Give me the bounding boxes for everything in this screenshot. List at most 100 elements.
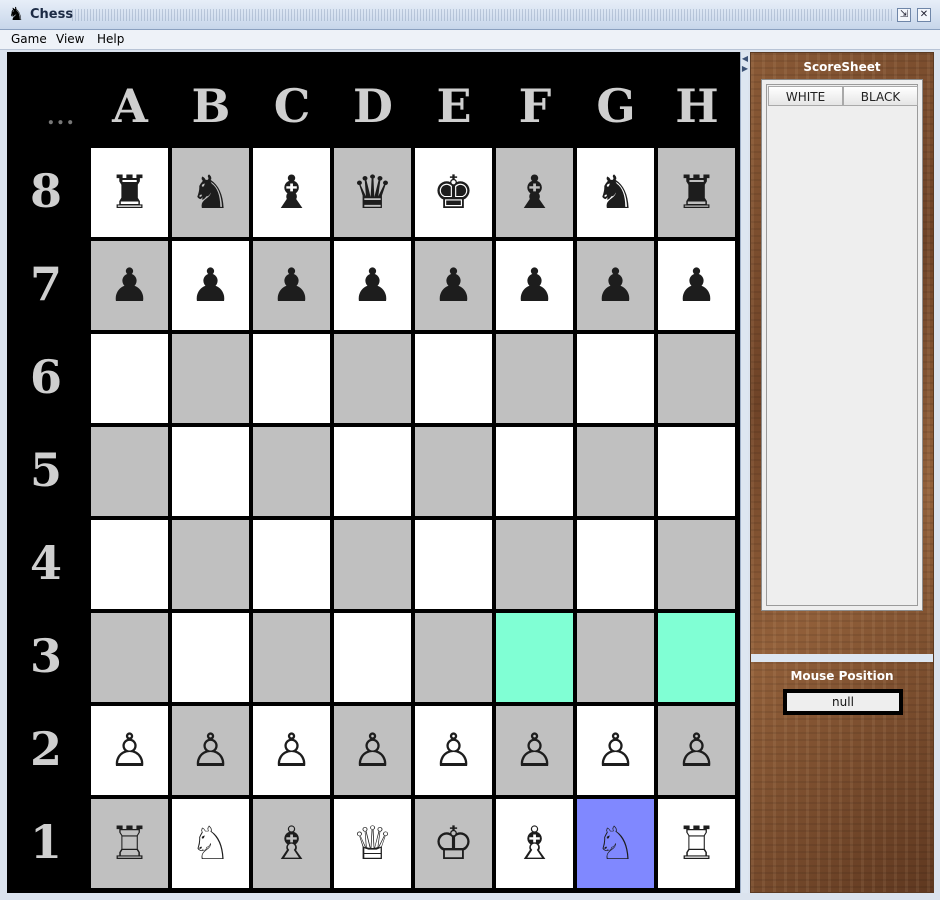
square-h4[interactable] xyxy=(658,520,735,609)
scoresheet-table[interactable]: WHITE BLACK xyxy=(766,84,918,606)
square-b3[interactable] xyxy=(172,613,249,702)
black-rook-piece[interactable]: ♜ xyxy=(91,148,168,237)
black-pawn-piece[interactable]: ♟ xyxy=(334,241,411,330)
white-pawn-piece[interactable]: ♙ xyxy=(334,706,411,795)
square-c1[interactable]: ♗ xyxy=(253,799,330,888)
square-h1[interactable]: ♖ xyxy=(658,799,735,888)
square-a2[interactable]: ♙ xyxy=(91,706,168,795)
black-pawn-piece[interactable]: ♟ xyxy=(577,241,654,330)
black-pawn-piece[interactable]: ♟ xyxy=(172,241,249,330)
square-f1[interactable]: ♗ xyxy=(496,799,573,888)
title-grip[interactable] xyxy=(72,9,892,21)
white-bishop-piece[interactable]: ♗ xyxy=(496,799,573,888)
black-king-piece[interactable]: ♚ xyxy=(415,148,492,237)
square-h8[interactable]: ♜ xyxy=(658,148,735,237)
black-bishop-piece[interactable]: ♝ xyxy=(496,148,573,237)
white-pawn-piece[interactable]: ♙ xyxy=(253,706,330,795)
square-d1[interactable]: ♕ xyxy=(334,799,411,888)
square-d6[interactable] xyxy=(334,334,411,423)
square-a1[interactable]: ♖ xyxy=(91,799,168,888)
menu-view[interactable]: View xyxy=(56,32,84,46)
white-pawn-piece[interactable]: ♙ xyxy=(91,706,168,795)
square-a7[interactable]: ♟ xyxy=(91,241,168,330)
square-f5[interactable] xyxy=(496,427,573,516)
square-e4[interactable] xyxy=(415,520,492,609)
square-d4[interactable] xyxy=(334,520,411,609)
square-b1[interactable]: ♘ xyxy=(172,799,249,888)
square-e7[interactable]: ♟ xyxy=(415,241,492,330)
square-c5[interactable] xyxy=(253,427,330,516)
square-d5[interactable] xyxy=(334,427,411,516)
white-pawn-piece[interactable]: ♙ xyxy=(658,706,735,795)
white-pawn-piece[interactable]: ♙ xyxy=(415,706,492,795)
square-h2[interactable]: ♙ xyxy=(658,706,735,795)
white-knight-piece[interactable]: ♘ xyxy=(172,799,249,888)
black-bishop-piece[interactable]: ♝ xyxy=(253,148,330,237)
column-header-white[interactable]: WHITE xyxy=(768,86,843,106)
square-e6[interactable] xyxy=(415,334,492,423)
square-e2[interactable]: ♙ xyxy=(415,706,492,795)
square-b2[interactable]: ♙ xyxy=(172,706,249,795)
square-a3[interactable] xyxy=(91,613,168,702)
square-c3[interactable] xyxy=(253,613,330,702)
white-rook-piece[interactable]: ♖ xyxy=(91,799,168,888)
square-c8[interactable]: ♝ xyxy=(253,148,330,237)
square-c7[interactable]: ♟ xyxy=(253,241,330,330)
square-e1[interactable]: ♔ xyxy=(415,799,492,888)
square-a4[interactable] xyxy=(91,520,168,609)
menu-help[interactable]: Help xyxy=(97,32,124,46)
square-h5[interactable] xyxy=(658,427,735,516)
square-e5[interactable] xyxy=(415,427,492,516)
white-queen-piece[interactable]: ♕ xyxy=(334,799,411,888)
square-b4[interactable] xyxy=(172,520,249,609)
black-rook-piece[interactable]: ♜ xyxy=(658,148,735,237)
square-g1[interactable]: ♘ xyxy=(577,799,654,888)
collapse-left-icon[interactable]: ◀ xyxy=(741,54,749,63)
square-f2[interactable]: ♙ xyxy=(496,706,573,795)
square-d8[interactable]: ♛ xyxy=(334,148,411,237)
white-bishop-piece[interactable]: ♗ xyxy=(253,799,330,888)
square-g8[interactable]: ♞ xyxy=(577,148,654,237)
square-h7[interactable]: ♟ xyxy=(658,241,735,330)
square-h3[interactable] xyxy=(658,613,735,702)
white-knight-piece[interactable]: ♘ xyxy=(577,799,654,888)
square-a6[interactable] xyxy=(91,334,168,423)
black-pawn-piece[interactable]: ♟ xyxy=(658,241,735,330)
black-pawn-piece[interactable]: ♟ xyxy=(496,241,573,330)
menu-game[interactable]: Game xyxy=(11,32,47,46)
column-header-black[interactable]: BLACK xyxy=(843,86,918,106)
collapse-right-icon[interactable]: ▶ xyxy=(741,64,749,73)
panel-splitter[interactable]: ◀ ▶ xyxy=(740,52,748,893)
white-pawn-piece[interactable]: ♙ xyxy=(172,706,249,795)
restore-button[interactable]: ⇲ xyxy=(897,8,911,22)
white-king-piece[interactable]: ♔ xyxy=(415,799,492,888)
square-d2[interactable]: ♙ xyxy=(334,706,411,795)
square-a8[interactable]: ♜ xyxy=(91,148,168,237)
square-f7[interactable]: ♟ xyxy=(496,241,573,330)
square-a5[interactable] xyxy=(91,427,168,516)
square-f8[interactable]: ♝ xyxy=(496,148,573,237)
square-g7[interactable]: ♟ xyxy=(577,241,654,330)
square-b7[interactable]: ♟ xyxy=(172,241,249,330)
black-knight-piece[interactable]: ♞ xyxy=(172,148,249,237)
square-c6[interactable] xyxy=(253,334,330,423)
black-pawn-piece[interactable]: ♟ xyxy=(91,241,168,330)
square-g2[interactable]: ♙ xyxy=(577,706,654,795)
square-f3[interactable] xyxy=(496,613,573,702)
square-b5[interactable] xyxy=(172,427,249,516)
square-g4[interactable] xyxy=(577,520,654,609)
square-d7[interactable]: ♟ xyxy=(334,241,411,330)
square-h6[interactable] xyxy=(658,334,735,423)
square-g6[interactable] xyxy=(577,334,654,423)
white-pawn-piece[interactable]: ♙ xyxy=(496,706,573,795)
square-f4[interactable] xyxy=(496,520,573,609)
close-button[interactable]: ✕ xyxy=(917,8,931,22)
white-pawn-piece[interactable]: ♙ xyxy=(577,706,654,795)
square-f6[interactable] xyxy=(496,334,573,423)
black-knight-piece[interactable]: ♞ xyxy=(577,148,654,237)
panel-divider[interactable] xyxy=(751,654,933,662)
square-d3[interactable] xyxy=(334,613,411,702)
square-b8[interactable]: ♞ xyxy=(172,148,249,237)
square-e3[interactable] xyxy=(415,613,492,702)
black-pawn-piece[interactable]: ♟ xyxy=(253,241,330,330)
